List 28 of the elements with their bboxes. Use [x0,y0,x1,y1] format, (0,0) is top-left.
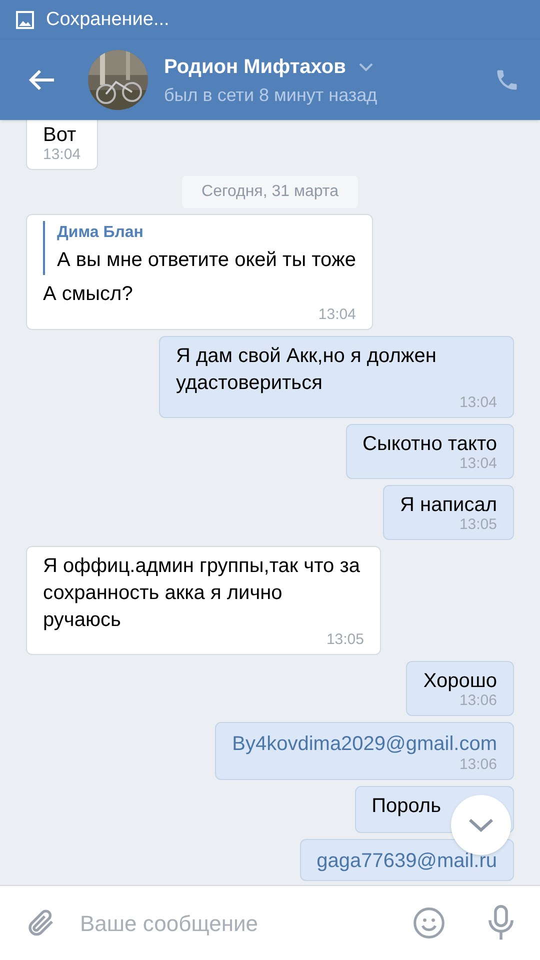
microphone-icon[interactable] [486,905,516,941]
back-icon[interactable] [28,68,56,92]
email-link[interactable]: gaga77639@mail.ru [316,846,497,876]
quote-author: Дима Блан [57,223,144,243]
smiley-icon[interactable] [412,906,446,940]
message-text: Вот [43,123,78,148]
message-text: Хорошо [423,669,497,694]
image-icon [16,11,34,29]
message-time: 13:04 [459,454,497,474]
status-text: Сохранение... [46,8,170,32]
chevron-down-icon [468,818,494,832]
message-text: Сыкотно такто [362,432,497,457]
message-time: 13:04 [318,305,356,325]
message-time: 13:06 [459,692,497,711]
message-text: А смысл? [43,282,134,307]
quote-text: А вы мне ответите окей ты тоже [57,248,356,273]
last-seen: был в сети 8 минут назад [164,84,378,107]
message-time: 13:04 [43,145,81,165]
message-time: 13:05 [459,515,497,535]
date-badge: Сегодня, 31 марта [182,176,358,208]
message-time: 13:04 [459,393,497,413]
message-time: 13:05 [326,630,364,650]
message-text: Я дам свой Акк,но я должен удастовериться [176,344,438,396]
message-text: Я оффиц.админ группы,так что за сохранность акка я лично ручаюсь [43,554,362,633]
contact-name[interactable]: Родион Мифтахов [164,52,346,82]
message-text: Я написал [400,493,497,518]
chevron-down-icon[interactable] [358,62,374,72]
message-text: Пороль [372,794,441,819]
